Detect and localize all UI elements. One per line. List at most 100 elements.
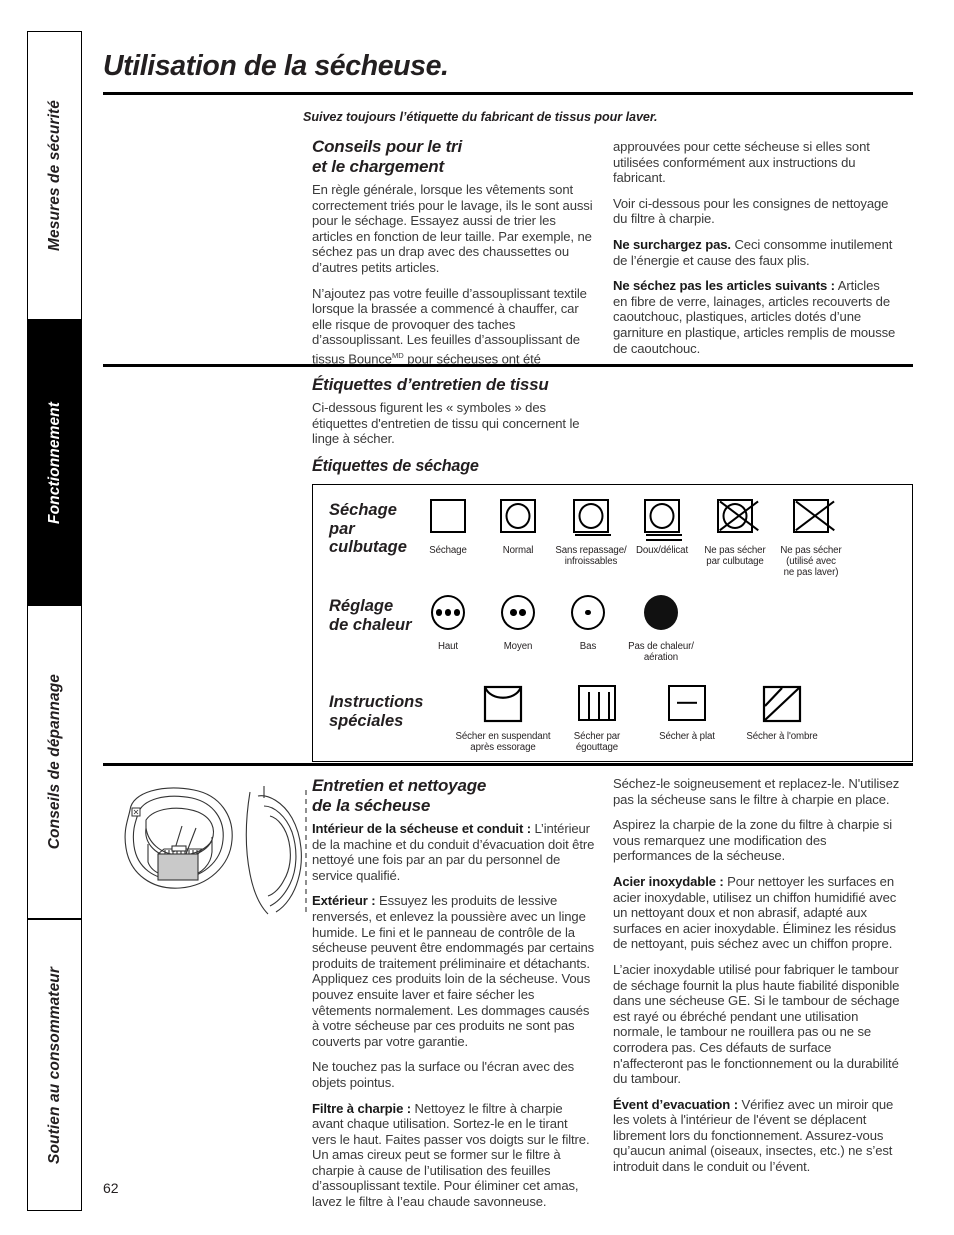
symbol-caption: Ne pas sécher (utilisé avec ne pas laver…	[780, 545, 842, 579]
symbol-secher-suspendant: Sécher en suspendant après essorage	[453, 685, 553, 753]
care-right-paragraph-2: Aspirez la charpie de la zone du filtre …	[613, 817, 893, 864]
care-heading: Entretien et nettoyage de la sécheuse	[312, 776, 487, 815]
care-lint-filter-label: Filtre à charpie :	[312, 1100, 411, 1116]
care-exterior-paragraph: Extérieur : Essuyez les produits de less…	[312, 893, 595, 1049]
circle-in-square-two-bars-icon	[626, 499, 698, 543]
shade-dry-icon	[733, 685, 831, 729]
symbol-caption: Haut	[437, 641, 459, 652]
sidebar-tabs: Mesures de sécurité Fonctionnement Conse…	[27, 31, 82, 1211]
symbol-caption: Sécher par égouttage	[573, 731, 621, 754]
symbol-moyen: Moyen	[487, 595, 549, 652]
symbol-secher-a-lombre: Sécher à l'ombre	[733, 685, 831, 742]
care-stainless-paragraph: Acier inoxydable : Pour nettoyer les sur…	[613, 874, 901, 952]
page-title: Utilisation de la sécheuse.	[103, 50, 449, 82]
care-interior-paragraph: Intérieur de la sécheuse et conduit : L’…	[312, 821, 595, 883]
sorting-paragraph-2: N’ajoutez pas votre feuille d’assoupliss…	[312, 286, 595, 367]
symbol-secher-egouttage: Sécher par égouttage	[557, 685, 637, 753]
do-not-dry-label: Ne séchez pas les articles suivants :	[613, 278, 835, 294]
symbol-caption: Sécher en suspendant après essorage	[455, 731, 551, 754]
square-icon	[417, 499, 479, 543]
symbol-ne-pas-secher: Ne pas sécher (utilisé avec ne pas laver…	[770, 499, 852, 579]
symbol-secher-a-plat: Sécher à plat	[643, 685, 731, 742]
circle-two-dots-icon	[487, 595, 549, 639]
symbol-ne-pas-secher-culbutage: Ne pas sécher par culbutage	[694, 499, 776, 567]
care-vent-label: Évent d’evacuation :	[613, 1096, 738, 1112]
symbol-normal: Normal	[487, 499, 549, 556]
no-overload-paragraph: Ne surchargez pas. Ceci consomme inutile…	[613, 237, 896, 268]
sorting-right-column: approuvées pour cette sécheuse si elles …	[613, 139, 896, 356]
circle-in-square-icon	[487, 499, 549, 543]
sidebar-item-conseils-de-depannage[interactable]: Conseils de dépannage	[27, 605, 82, 919]
crossed-circle-in-square-icon	[694, 499, 776, 543]
sidebar-item-label: Mesures de sécurité	[45, 100, 63, 251]
sorting-heading: Conseils pour le tri et le chargement	[312, 137, 462, 176]
symbol-doux-delicat: Doux/délicat	[626, 499, 698, 556]
sorting-right-paragraph-1: approuvées pour cette sécheuse si elles …	[613, 139, 870, 186]
sidebar-item-mesures-de-securite[interactable]: Mesures de sécurité	[27, 31, 82, 320]
care-exterior-label: Extérieur :	[312, 893, 376, 909]
symbol-caption: Sans repassage/ infroissables	[555, 545, 627, 568]
sidebar-item-soutien-au-consommateur[interactable]: Soutien au consommateur	[27, 919, 82, 1211]
symbol-caption: Pas de chaleur/ aération	[628, 641, 694, 664]
flat-dry-icon	[643, 685, 731, 729]
symbol-bas: Bas	[560, 595, 616, 652]
drip-dry-icon	[557, 685, 637, 729]
care-left-column: Entretien et nettoyage de la sécheuse In…	[312, 776, 595, 1210]
section-divider-2	[103, 763, 913, 766]
symbol-caption: Normal	[502, 545, 534, 556]
page-number: 62	[103, 1180, 119, 1196]
symbol-caption: Sécher à plat	[659, 731, 715, 742]
symbol-sechage: Séchage	[417, 499, 479, 556]
symbol-caption: Moyen	[503, 641, 533, 652]
sorting-paragraph-1: En règle générale, lorsque les vêtements…	[312, 182, 593, 275]
fabric-labels-intro: Ci-dessous figurent les « symboles » des…	[312, 400, 580, 447]
care-lint-filter-text: Nettoyez le filtre à charpie avant chaqu…	[312, 1100, 590, 1210]
filled-circle-icon	[618, 595, 704, 639]
care-stainless-label: Acier inoxydable :	[613, 873, 724, 889]
circle-one-dot-icon	[560, 595, 616, 639]
section-divider-1	[103, 364, 913, 367]
care-vent-paragraph: Évent d’evacuation : Vérifiez avec un mi…	[613, 1097, 901, 1175]
drying-symbols-table: Séchage par culbutage Séchage Normal San…	[312, 484, 913, 762]
dryer-lint-filter-illustration	[124, 786, 307, 915]
symbol-caption: Séchage	[429, 545, 467, 556]
sidebar-item-fonctionnement[interactable]: Fonctionnement	[27, 320, 82, 605]
symbols-row-title-tumble: Séchage par culbutage	[329, 501, 407, 556]
sidebar-item-label: Fonctionnement	[45, 401, 63, 524]
circle-three-dots-icon	[417, 595, 479, 639]
sorting-right-paragraph-2: Voir ci-dessous pour les consignes de ne…	[613, 195, 889, 227]
circle-in-square-one-bar-icon	[550, 499, 632, 543]
symbol-haut: Haut	[417, 595, 479, 652]
care-lint-filter-paragraph: Filtre à charpie : Nettoyez le filtre à …	[312, 1101, 595, 1210]
drying-labels-subheading: Étiquettes de séchage	[312, 456, 479, 475]
hang-dry-icon	[453, 685, 553, 729]
symbol-caption: Doux/délicat	[635, 545, 689, 556]
symbols-row-title-heat: Réglage de chaleur	[329, 597, 412, 634]
crossed-square-icon	[770, 499, 852, 543]
symbol-caption: Sécher à l'ombre	[746, 731, 818, 742]
care-interior-label: Intérieur de la sécheuse et conduit :	[312, 821, 531, 836]
shade-dry-glyph	[762, 685, 802, 723]
symbol-pas-de-chaleur: Pas de chaleur/ aération	[618, 595, 704, 663]
care-exterior-text: Essuyez les produits de lessive renversé…	[312, 893, 595, 1049]
hang-dry-glyph	[483, 685, 523, 723]
bounce-trademark-sup: MD	[391, 350, 404, 360]
manual-page: Mesures de sécurité Fonctionnement Conse…	[0, 0, 954, 1235]
symbol-caption: Bas	[579, 641, 597, 652]
page-subtitle: Suivez toujours l’étiquette du fabricant…	[303, 110, 658, 124]
no-overload-label: Ne surchargez pas.	[613, 236, 731, 252]
sorting-left-column: Conseils pour le tri et le chargement En…	[312, 137, 595, 367]
care-drum-paragraph: L’acier inoxydable utilisé pour fabrique…	[613, 961, 900, 1087]
symbol-caption: Ne pas sécher par culbutage	[704, 545, 766, 568]
care-right-column: Séchez-le soigneusement et replacez-le. …	[613, 776, 901, 1175]
care-right-paragraph-1: Séchez-le soigneusement et replacez-le. …	[613, 776, 900, 807]
fabric-labels-heading: Étiquettes d’entretien de tissu	[312, 375, 549, 394]
sidebar-item-label: Soutien au consommateur	[45, 966, 63, 1164]
symbols-row-title-special: Instructions spéciales	[329, 693, 424, 730]
sidebar-item-label: Conseils de dépannage	[45, 674, 63, 850]
care-no-sharp-objects-paragraph: Ne touchez pas la surface ou l'écran ave…	[312, 1059, 575, 1090]
fabric-labels-column: Étiquettes d’entretien de tissu Ci-desso…	[312, 375, 602, 481]
do-not-dry-paragraph: Ne séchez pas les articles suivants : Ar…	[613, 278, 896, 356]
symbol-sans-repassage: Sans repassage/ infroissables	[550, 499, 632, 567]
header-divider	[103, 92, 913, 96]
